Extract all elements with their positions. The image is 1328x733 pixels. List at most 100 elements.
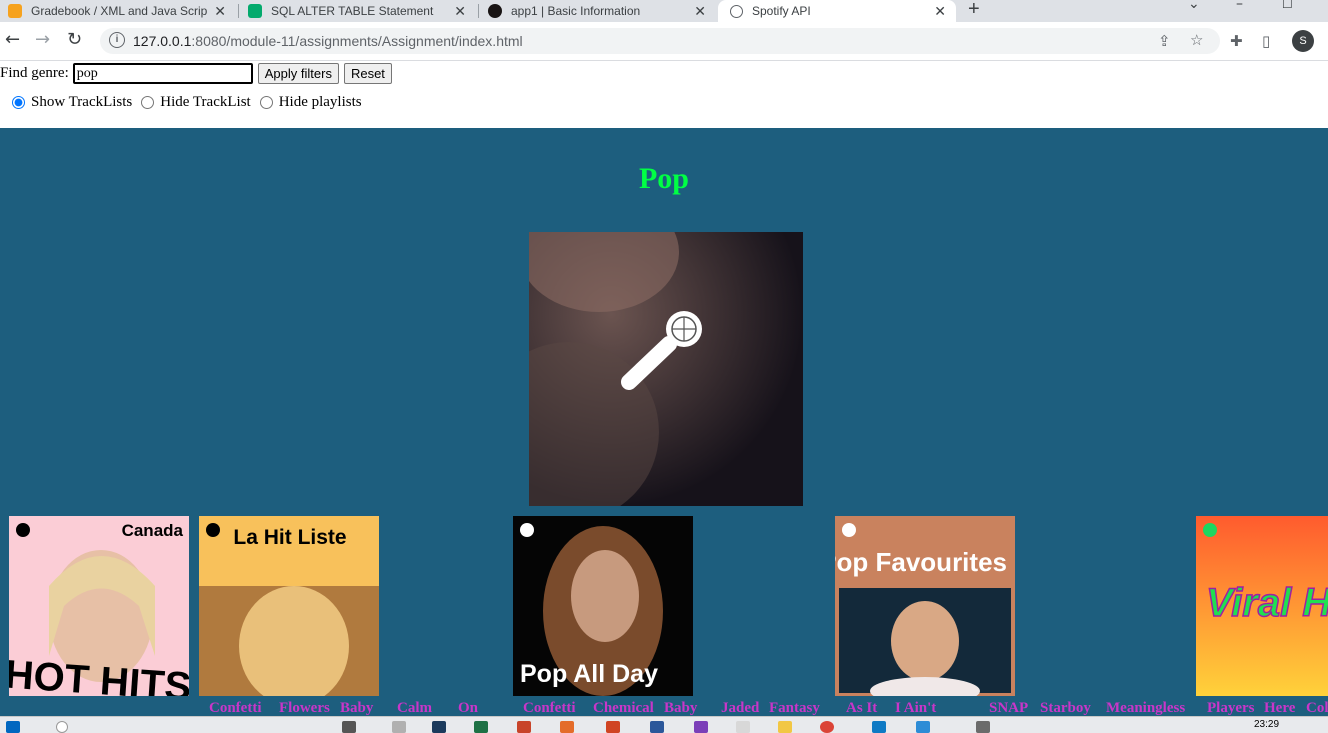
taskbar-app-icon[interactable] (560, 721, 574, 733)
taskbar-clock[interactable]: 23:29 (1254, 719, 1279, 730)
visual-studio-icon[interactable] (694, 721, 708, 733)
tab-app1[interactable]: app1 | Basic Information ✕ (488, 0, 716, 22)
chrome-icon[interactable] (820, 721, 834, 733)
taskbar-app-icon[interactable] (392, 721, 406, 733)
taskbar-app-icon[interactable] (517, 721, 531, 733)
gradebook-favicon-icon (8, 4, 22, 18)
track-title[interactable]: Calm (397, 700, 432, 716)
track-title[interactable]: Players (1207, 700, 1254, 716)
track-title[interactable]: On (458, 700, 478, 716)
search-icon[interactable] (56, 721, 68, 733)
spotify-logo-icon (1203, 523, 1217, 537)
minimize-icon[interactable]: – (1236, 0, 1243, 12)
show-tracklists-radio[interactable] (12, 96, 25, 109)
track-title[interactable]: Chemical (593, 700, 654, 716)
track-title[interactable]: Baby (664, 700, 697, 716)
track-title[interactable]: Here (1264, 700, 1295, 716)
cover-title: Pop All Day (520, 660, 658, 688)
address-bar[interactable]: i 127.0.0.1:8080/module-11/assignments/A… (100, 28, 1220, 54)
close-tab-icon[interactable]: ✕ (454, 3, 466, 20)
back-icon[interactable]: ← (5, 30, 20, 50)
browser-tab-strip: Gradebook / XML and Java Scripting ✕ SQL… (0, 0, 1328, 22)
new-tab-icon[interactable]: + (968, 0, 980, 21)
spotify-logo-icon (16, 523, 30, 537)
taskbar-app-icon[interactable] (736, 721, 750, 733)
task-view-icon[interactable] (342, 721, 356, 733)
cover-title: Viral Hits (1206, 581, 1328, 625)
playlist-cover-pop-favourites[interactable]: Pop Favourites (835, 516, 1015, 696)
track-title[interactable]: SNAP (989, 700, 1028, 716)
page-content: Find genre: Apply filters Reset Show Tra… (0, 60, 1328, 716)
track-title[interactable]: Meaningless (1106, 700, 1185, 716)
track-title[interactable]: I Ain't (895, 700, 936, 716)
tab-search-icon[interactable]: ⌄ (1188, 0, 1200, 12)
bookmark-star-icon[interactable]: ☆ (1190, 31, 1203, 49)
track-title[interactable]: Col (1306, 700, 1328, 716)
track-title[interactable]: Starboy (1040, 700, 1091, 716)
reset-button[interactable]: Reset (343, 63, 392, 84)
windows-start-icon[interactable] (6, 721, 20, 733)
track-title[interactable]: Confetti (523, 700, 576, 716)
url-text: 127.0.0.1:8080/module-11/assignments/Ass… (133, 33, 523, 49)
tab-title: Gradebook / XML and Java Scripting (31, 4, 207, 18)
track-list: Confetti Flowers Baby Calm On Confetti C… (0, 700, 1328, 716)
track-title[interactable]: As It (846, 700, 877, 716)
share-icon[interactable]: ⇪ (1158, 32, 1171, 50)
maximize-icon[interactable]: ☐ (1282, 0, 1293, 11)
close-tab-icon[interactable]: ✕ (694, 3, 706, 20)
excel-icon[interactable] (474, 721, 488, 733)
genre-search-input[interactable] (72, 63, 253, 84)
track-title[interactable]: Confetti (209, 700, 262, 716)
track-title[interactable]: Flowers (279, 700, 330, 716)
powerpoint-icon[interactable] (606, 721, 620, 733)
spotify-logo-icon (520, 523, 534, 537)
w3schools-favicon-icon (248, 4, 262, 18)
forward-icon[interactable]: → (35, 30, 50, 50)
cover-title: Pop Favourites (835, 547, 1007, 577)
cover-title: La Hit Liste (233, 526, 346, 549)
show-tracklists-label[interactable]: Show TrackLists (31, 94, 132, 111)
genre-image[interactable] (529, 232, 803, 506)
hide-playlists-label[interactable]: Hide playlists (279, 94, 362, 111)
spotify-favicon-icon (488, 4, 502, 18)
browser-toolbar: ← → ↻ i 127.0.0.1:8080/module-11/assignm… (0, 22, 1328, 61)
tab-sql-alter[interactable]: SQL ALTER TABLE Statement ✕ (248, 0, 476, 22)
hide-playlists-radio[interactable] (259, 96, 273, 109)
track-title[interactable]: Jaded (721, 700, 759, 716)
os-taskbar: 23:29 (0, 716, 1328, 733)
spotify-logo-icon (206, 523, 220, 537)
playlist-cover-hot-hits[interactable]: Canada HOT HITS (9, 516, 189, 696)
side-panel-icon[interactable]: ▯ (1262, 32, 1270, 50)
hide-tracklist-label[interactable]: Hide TrackList (160, 94, 250, 111)
genre-panel: Pop Canada HOT HITS La Hit Liste Pop All… (0, 128, 1328, 716)
extensions-icon[interactable]: ✚ (1230, 32, 1243, 50)
spotify-logo-icon (842, 523, 856, 537)
playlist-cover-viral-hits[interactable]: Viral Hits (1196, 516, 1328, 696)
tab-title: app1 | Basic Information (511, 4, 641, 18)
tab-title: SQL ALTER TABLE Statement (271, 4, 434, 18)
close-tab-icon[interactable]: ✕ (934, 3, 946, 20)
track-title[interactable]: Fantasy (769, 700, 820, 716)
globe-icon (730, 4, 743, 18)
view-options: Show TrackLists Hide TrackList Hide play… (12, 94, 371, 111)
cover-title: Canada (122, 521, 184, 540)
taskbar-app-icon[interactable] (432, 721, 446, 733)
apply-filters-button[interactable]: Apply filters (257, 63, 339, 84)
playlist-cover-la-hit-liste[interactable]: La Hit Liste (199, 516, 379, 696)
tab-gradebook[interactable]: Gradebook / XML and Java Scripting ✕ (8, 0, 236, 22)
word-icon[interactable] (650, 721, 664, 733)
tab-spotify-api[interactable]: Spotify API ✕ (718, 0, 956, 22)
hide-tracklist-radio[interactable] (141, 96, 155, 109)
reload-icon[interactable]: ↻ (67, 30, 82, 50)
site-info-icon[interactable]: i (109, 32, 125, 48)
filter-form: Find genre: Apply filters Reset (0, 63, 392, 84)
taskbar-app-icon[interactable] (976, 721, 990, 733)
playlist-cover-pop-all-day[interactable]: Pop All Day (513, 516, 693, 696)
genre-title: Pop (638, 162, 689, 195)
track-title[interactable]: Baby (340, 700, 373, 716)
vscode-icon[interactable] (872, 721, 886, 733)
taskbar-app-icon[interactable] (916, 721, 930, 733)
file-explorer-icon[interactable] (778, 721, 792, 733)
close-tab-icon[interactable]: ✕ (214, 3, 226, 20)
profile-avatar[interactable]: S (1292, 30, 1314, 52)
